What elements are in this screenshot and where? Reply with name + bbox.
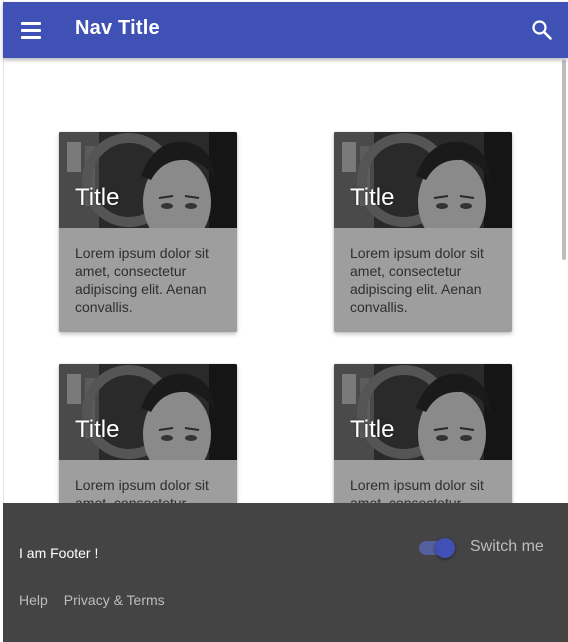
footer: I am Footer ! Switch me Help Privacy & T…: [3, 503, 568, 642]
card-title: Title: [75, 184, 120, 211]
card-title: Title: [75, 416, 120, 443]
card[interactable]: Title Lorem ipsum dolor sit amet, consec…: [59, 364, 237, 504]
card-image: Title: [334, 364, 512, 460]
help-link[interactable]: Help: [19, 592, 48, 608]
app-bar: Nav Title: [3, 2, 568, 58]
menu-icon[interactable]: [15, 18, 47, 42]
card-title: Title: [350, 416, 395, 443]
card-text: Lorem ipsum dolor sit amet, consectetur …: [350, 245, 484, 315]
switch-thumb[interactable]: [435, 538, 455, 558]
card-image: Title: [59, 132, 237, 228]
footer-text: I am Footer !: [19, 545, 99, 561]
card-grid: Title Lorem ipsum dolor sit amet, consec…: [3, 58, 561, 504]
toggle-switch[interactable]: [417, 537, 457, 559]
card-image: Title: [334, 132, 512, 228]
privacy-terms-link[interactable]: Privacy & Terms: [64, 592, 165, 608]
switch-label: Switch me: [470, 538, 544, 555]
footer-links: Help Privacy & Terms: [19, 592, 165, 608]
card-text: Lorem ipsum dolor sit amet, consectetur …: [75, 245, 209, 315]
card[interactable]: Title Lorem ipsum dolor sit amet, consec…: [334, 132, 512, 332]
card[interactable]: Title Lorem ipsum dolor sit amet, consec…: [334, 364, 512, 504]
nav-title: Nav Title: [75, 17, 160, 39]
card-text: Lorem ipsum dolor sit amet, consectetur …: [75, 477, 209, 504]
card[interactable]: Title Lorem ipsum dolor sit amet, consec…: [59, 132, 237, 332]
scrollbar[interactable]: [562, 60, 566, 260]
card-title: Title: [350, 184, 395, 211]
card-text: Lorem ipsum dolor sit amet, consectetur …: [350, 477, 484, 504]
card-image: Title: [59, 364, 237, 460]
search-icon[interactable]: [530, 18, 554, 42]
